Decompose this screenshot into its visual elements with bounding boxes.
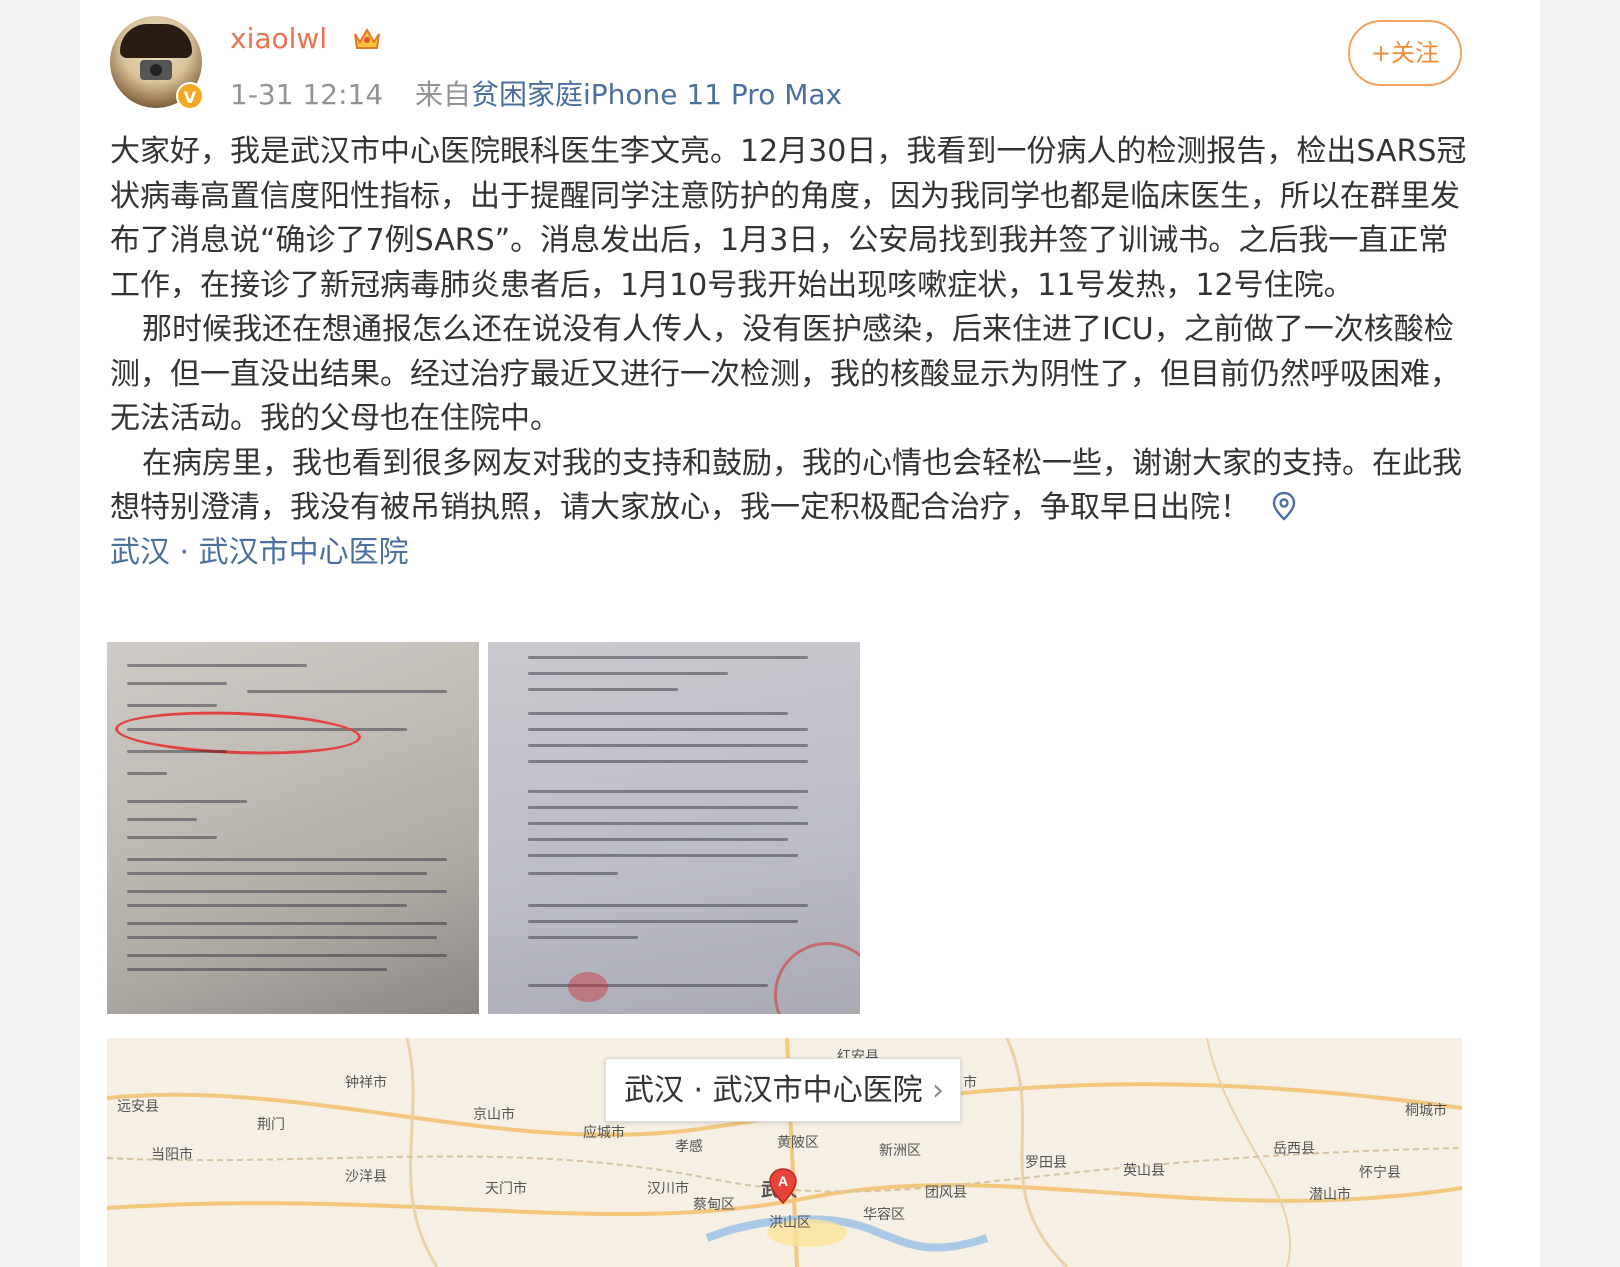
- location-pin-icon: [1272, 491, 1296, 521]
- map-city: 团风县: [925, 1185, 967, 1201]
- map-city: 天门市: [485, 1181, 527, 1197]
- map-city: 洪山区: [769, 1215, 811, 1231]
- post-body: 大家好，我是武汉市中心医院眼科医生李文亮。12月30日，我看到一份病人的检测报告…: [110, 130, 1470, 575]
- map-city: 沙洋县: [345, 1169, 387, 1185]
- map-city: 新洲区: [879, 1143, 921, 1159]
- map-city: 汉川市: [647, 1181, 689, 1197]
- map-city: 应城市: [583, 1125, 625, 1141]
- map-city: 英山县: [1123, 1163, 1165, 1179]
- map-city: 孝感: [675, 1139, 703, 1155]
- post-time: 1-31 12:14: [230, 78, 384, 111]
- map-city: 岳西县: [1273, 1141, 1315, 1157]
- map-city: 京山市: [473, 1107, 515, 1123]
- map-city: 罗田县: [1025, 1155, 1067, 1171]
- post-paragraph: 大家好，我是武汉市中心医院眼科医生李文亮。12月30日，我看到一份病人的检测报告…: [110, 134, 1467, 303]
- map-city: 当阳市: [151, 1147, 193, 1163]
- map-city: 怀宁县: [1359, 1165, 1401, 1181]
- location-map[interactable]: 远安县 钟祥市 荆门 京山市 应城市 孝感 黄陂区 红安县 新洲区 罗田县 英山…: [107, 1038, 1462, 1267]
- post-source[interactable]: 贫困家庭iPhone 11 Pro Max: [471, 78, 842, 111]
- post-paragraph: 在病房里，我也看到很多网友对我的支持和鼓励，我的心情也会轻松一些，谢谢大家的支持…: [110, 445, 1462, 526]
- map-marker-icon: A: [769, 1168, 797, 1204]
- follow-button[interactable]: +关注: [1348, 20, 1462, 86]
- map-city: 远安县: [117, 1099, 159, 1115]
- map-city: 蔡甸区: [693, 1197, 735, 1213]
- map-marker-letter: A: [778, 1173, 788, 1189]
- chevron-right-icon: ›: [932, 1073, 944, 1108]
- username[interactable]: xiaolwl: [230, 22, 327, 55]
- verified-v-icon: V: [176, 82, 204, 110]
- post-paragraph: 那时候我还在想通报怎么还在说没有人传人，没有医护感染，后来住进了ICU，之前做了…: [110, 312, 1460, 436]
- map-city: 荆门: [257, 1117, 285, 1133]
- from-label: 来自: [414, 78, 471, 111]
- post-image-test-report[interactable]: [107, 642, 479, 1014]
- post-image-admonition-letter[interactable]: [488, 642, 860, 1014]
- map-city: 市: [963, 1075, 977, 1091]
- post-meta: 1-31 12:14 来自贫困家庭iPhone 11 Pro Max: [230, 73, 842, 113]
- map-location-label[interactable]: 武汉 · 武汉市中心医院 ›: [605, 1058, 961, 1122]
- location-link[interactable]: 武汉 · 武汉市中心医院: [110, 531, 1470, 576]
- crown-icon: [354, 28, 380, 49]
- map-city: 潜山市: [1309, 1187, 1351, 1203]
- map-city: 黄陂区: [777, 1135, 819, 1151]
- map-city: 钟祥市: [345, 1075, 387, 1091]
- map-city: 桐城市: [1405, 1103, 1447, 1119]
- weibo-post-card: V xiaolwl 1-31 12:14 来自贫困家庭iPhone 11 Pro…: [80, 0, 1540, 1267]
- map-city: 华容区: [863, 1207, 905, 1223]
